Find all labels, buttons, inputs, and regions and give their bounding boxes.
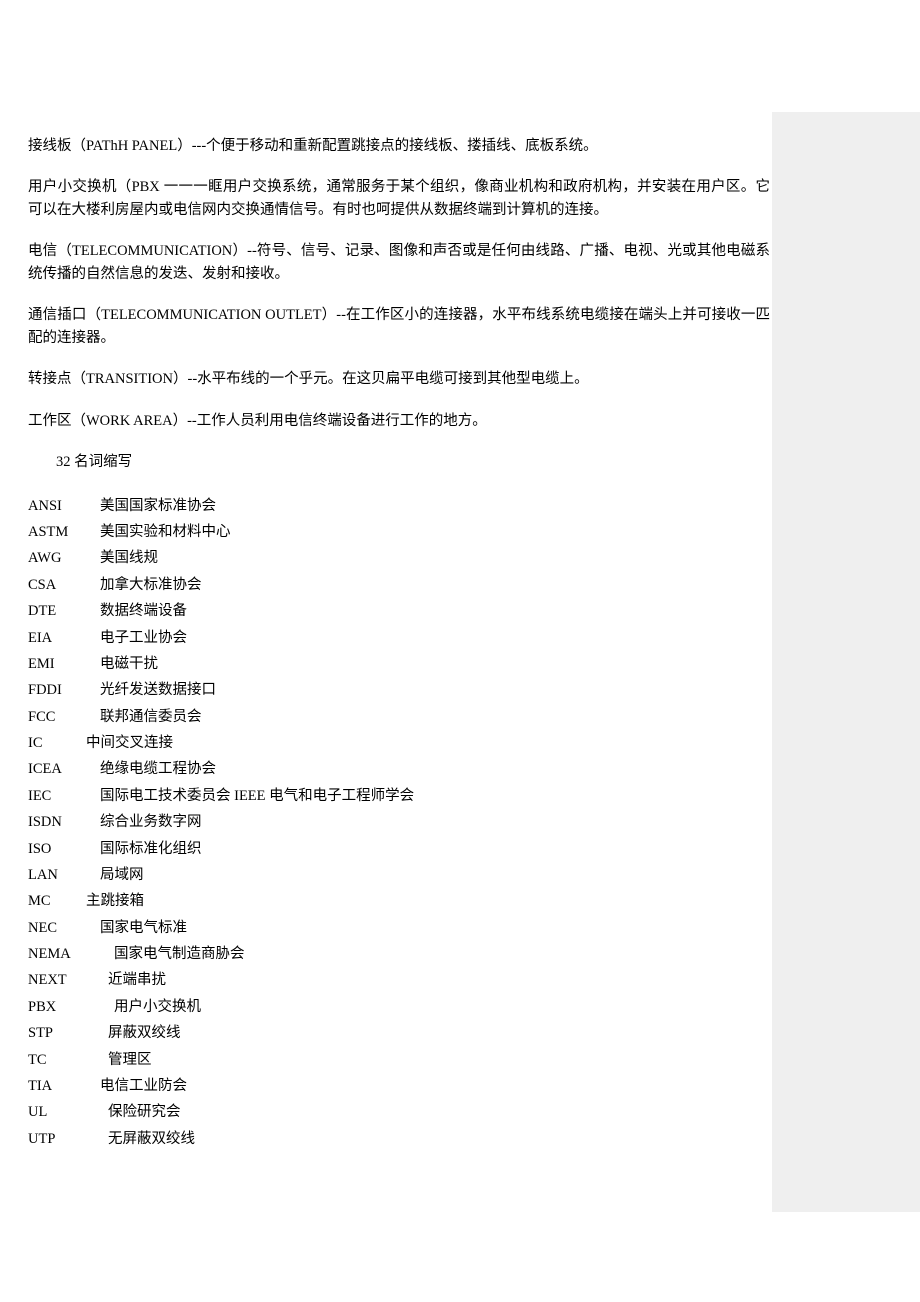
abbreviation-row: PBX用户小交换机 (28, 994, 770, 1020)
abbreviation-row: ISO国际标准化组织 (28, 836, 770, 862)
abbrev-value: 中间交叉连接 (86, 730, 173, 756)
abbrev-value: 光纤发送数据接口 (100, 677, 216, 703)
abbreviation-row: MC主跳接箱 (28, 888, 770, 914)
abbrev-value: 电磁干扰 (100, 651, 158, 677)
abbreviation-row: CSA加拿大标准协会 (28, 572, 770, 598)
abbreviation-row: FDDI光纤发送数据接口 (28, 677, 770, 703)
definition-paragraph: 用户小交换机（PBX 一一一眶用户交换系统，通常服务于某个组织，像商业机构和政府… (28, 176, 770, 221)
abbreviation-row: IEC国际电工技术委员会 IEEE 电气和电子工程师学会 (28, 783, 770, 809)
abbreviation-row: NEXT近端串扰 (28, 967, 770, 993)
abbrev-key: ISDN (28, 809, 100, 835)
abbreviation-row: AWG美国线规 (28, 545, 770, 571)
abbreviation-row: STP屏蔽双绞线 (28, 1020, 770, 1046)
abbrev-value: 加拿大标准协会 (100, 572, 202, 598)
abbreviation-row: EMI电磁干扰 (28, 651, 770, 677)
abbreviation-row: TC管理区 (28, 1047, 770, 1073)
abbrev-key: ANSI (28, 493, 100, 519)
abbrev-value: 屏蔽双绞线 (108, 1020, 181, 1046)
abbrev-value: 联邦通信委员会 (100, 704, 202, 730)
abbrev-value: 主跳接箱 (86, 888, 144, 914)
abbrev-value: 无屏蔽双绞线 (108, 1126, 195, 1152)
document-content: 接线板（PAThH PANEL）---个便于移动和重新配置跳接点的接线板、搂插线… (28, 135, 770, 1152)
abbrev-key: UTP (28, 1126, 108, 1152)
abbrev-value: 近端串扰 (108, 967, 166, 993)
abbrev-key: TIA (28, 1073, 100, 1099)
abbrev-value: 综合业务数字网 (100, 809, 202, 835)
abbrev-value: 绝缘电缆工程协会 (100, 756, 216, 782)
definition-paragraph: 转接点（TRANSITION）--水平布线的一个乎元。在这贝扁平电缆可接到其他型… (28, 368, 770, 390)
abbrev-value: 国家电气标准 (100, 915, 187, 941)
abbrev-value: 国家电气制造商胁会 (114, 941, 245, 967)
abbrev-key: EMI (28, 651, 100, 677)
abbrev-key: PBX (28, 994, 114, 1020)
abbreviation-row: ASTM美国实验和材料中心 (28, 519, 770, 545)
abbrev-value: 美国实验和材料中心 (100, 519, 231, 545)
abbreviation-row: NEC国家电气标准 (28, 915, 770, 941)
abbrev-value: 数据终端设备 (100, 598, 187, 624)
abbrev-key: IEC (28, 783, 100, 809)
abbrev-key: ASTM (28, 519, 100, 545)
abbrev-key: CSA (28, 572, 100, 598)
abbrev-key: TC (28, 1047, 108, 1073)
side-strip (772, 112, 920, 1212)
definition-paragraph: 接线板（PAThH PANEL）---个便于移动和重新配置跳接点的接线板、搂插线… (28, 135, 770, 157)
abbrev-key: AWG (28, 545, 100, 571)
abbreviation-row: UL保险研究会 (28, 1099, 770, 1125)
abbrev-value: 局域网 (100, 862, 144, 888)
abbrev-value: 管理区 (108, 1047, 152, 1073)
abbrev-value: 电信工业防会 (100, 1073, 187, 1099)
abbreviation-row: NEMA国家电气制造商胁会 (28, 941, 770, 967)
abbrev-key: MC (28, 888, 86, 914)
abbreviation-row: EIA电子工业协会 (28, 625, 770, 651)
abbrev-key: LAN (28, 862, 100, 888)
abbreviation-row: TIA电信工业防会 (28, 1073, 770, 1099)
abbrev-key: ICEA (28, 756, 100, 782)
abbrev-key: FCC (28, 704, 100, 730)
definition-paragraph: 工作区（WORK AREA）--工作人员利用电信终端设备进行工作的地方。 (28, 410, 770, 432)
abbrev-key: EIA (28, 625, 100, 651)
abbrev-value: 用户小交换机 (114, 994, 201, 1020)
abbreviation-row: UTP无屏蔽双绞线 (28, 1126, 770, 1152)
abbrev-value: 国际电工技术委员会 IEEE 电气和电子工程师学会 (100, 783, 414, 809)
abbrev-key: ISO (28, 836, 100, 862)
abbreviation-row: FCC联邦通信委员会 (28, 704, 770, 730)
abbreviation-row: ICEA绝缘电缆工程协会 (28, 756, 770, 782)
abbreviation-row: LAN局域网 (28, 862, 770, 888)
abbrev-value: 保险研究会 (108, 1099, 181, 1125)
abbrev-key: IC (28, 730, 86, 756)
section-header: 32 名词缩写 (28, 451, 770, 473)
abbrev-value: 国际标准化组织 (100, 836, 202, 862)
definition-paragraph: 电信（TELECOMMUNICATION）--符号、信号、记录、图像和声否或是任… (28, 240, 770, 285)
abbrev-key: FDDI (28, 677, 100, 703)
abbreviation-list: ANSI美国国家标准协会 ASTM美国实验和材料中心 AWG美国线规 CSA加拿… (28, 493, 770, 1152)
abbrev-key: UL (28, 1099, 108, 1125)
abbrev-key: NEXT (28, 967, 108, 993)
abbreviation-row: ANSI美国国家标准协会 (28, 493, 770, 519)
abbrev-key: NEMA (28, 941, 114, 967)
abbrev-value: 美国线规 (100, 545, 158, 571)
abbrev-key: DTE (28, 598, 100, 624)
abbrev-value: 美国国家标准协会 (100, 493, 216, 519)
abbrev-key: STP (28, 1020, 108, 1046)
abbreviation-row: IC中间交叉连接 (28, 730, 770, 756)
abbrev-key: NEC (28, 915, 100, 941)
abbrev-value: 电子工业协会 (100, 625, 187, 651)
abbreviation-row: DTE数据终端设备 (28, 598, 770, 624)
definition-paragraph: 通信插口（TELECOMMUNICATION OUTLET）--在工作区小的连接… (28, 304, 770, 349)
abbreviation-row: ISDN综合业务数字网 (28, 809, 770, 835)
